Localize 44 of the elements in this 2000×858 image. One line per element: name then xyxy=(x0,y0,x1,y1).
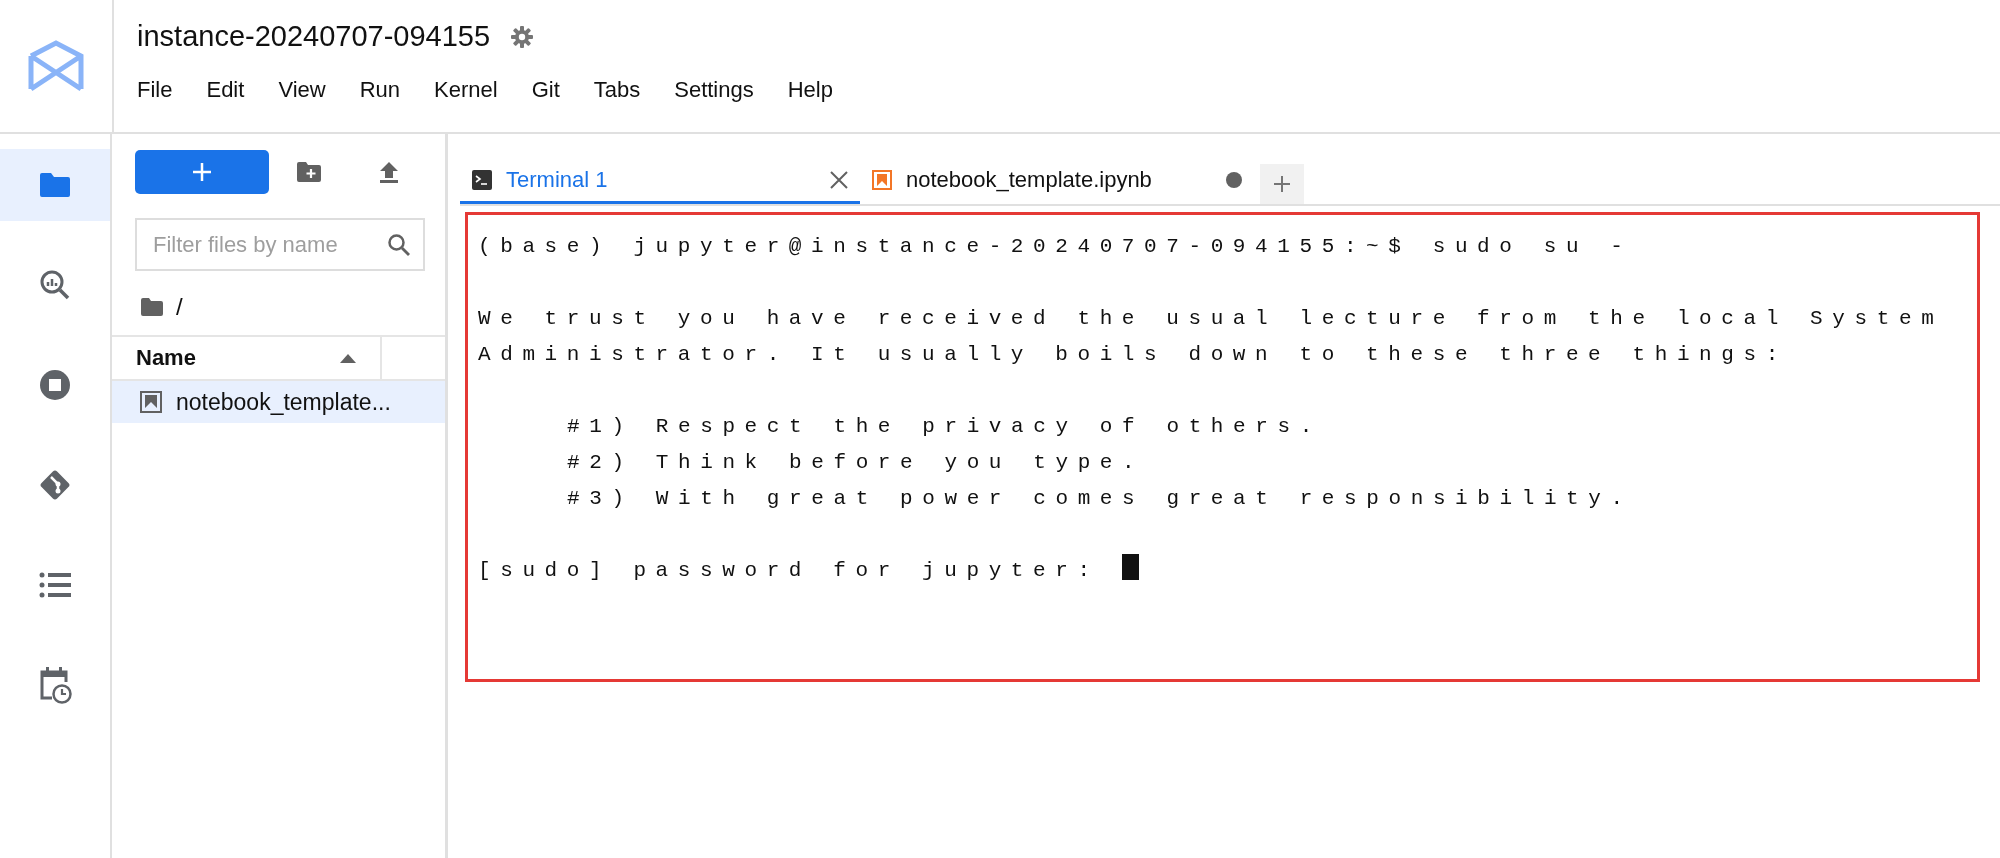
tab[interactable]: notebook_template.ipynb xyxy=(860,159,1254,204)
stop-icon xyxy=(39,369,71,401)
folder-icon[interactable] xyxy=(140,297,164,317)
terminal-line: Administrator. It usually boils down to these three things: xyxy=(478,343,1788,366)
folder-icon xyxy=(38,171,72,199)
unsaved-dot-icon xyxy=(1226,172,1242,188)
menu-item[interactable]: Tabs xyxy=(583,73,651,107)
upload-icon[interactable] xyxy=(379,161,399,183)
tab[interactable]: Terminal 1 xyxy=(460,159,860,204)
window-title: instance-20240707-094155 xyxy=(137,20,491,53)
menu-item[interactable]: File xyxy=(127,73,183,107)
terminal-icon xyxy=(472,170,492,190)
notebook-icon xyxy=(140,391,162,413)
menu-item[interactable]: View xyxy=(268,73,336,107)
menu-item[interactable]: Settings xyxy=(664,73,764,107)
settings-icon[interactable] xyxy=(510,24,535,49)
new-tab-button[interactable] xyxy=(1260,164,1304,204)
menu-item[interactable]: Kernel xyxy=(424,73,508,107)
menu-item[interactable]: Edit xyxy=(196,73,255,107)
file-row[interactable]: notebook_template... xyxy=(112,381,445,423)
terminal-line: #1) Respect the privacy of others. xyxy=(567,415,1322,438)
list-icon xyxy=(39,572,71,598)
terminal-line: [sudo] password for jupyter: xyxy=(478,559,1101,582)
new-folder-icon[interactable] xyxy=(296,161,322,183)
breadcrumb-path[interactable]: / xyxy=(176,293,183,321)
menu-item[interactable]: Run xyxy=(349,73,411,107)
search-field[interactable]: Filter files by name xyxy=(135,218,425,271)
sidebar-tab[interactable] xyxy=(0,149,110,221)
terminal-line: #3) With great power comes great responsibility. xyxy=(567,487,1633,510)
terminal-line: #2) Think before you type. xyxy=(567,451,1145,474)
search-icon xyxy=(387,232,411,257)
close-icon[interactable] xyxy=(830,171,848,189)
terminal-panel[interactable] xyxy=(465,212,1980,682)
terminal-line: We trust you have received the usual lecture from the local System xyxy=(478,307,1944,330)
terminal-line: (base) jupyter@instance-20240707-094155:~$ sudo su - xyxy=(478,235,1633,258)
calendar-clock-icon xyxy=(38,666,72,704)
notebook-icon xyxy=(872,170,892,190)
menu-item[interactable]: Git xyxy=(521,73,570,107)
logo-icon xyxy=(27,40,85,92)
column-header[interactable]: Name xyxy=(112,337,382,379)
search-chart-icon xyxy=(39,269,71,301)
menu-item[interactable]: Help xyxy=(777,73,843,107)
plus-icon xyxy=(192,162,212,182)
plus-icon xyxy=(1273,175,1291,193)
